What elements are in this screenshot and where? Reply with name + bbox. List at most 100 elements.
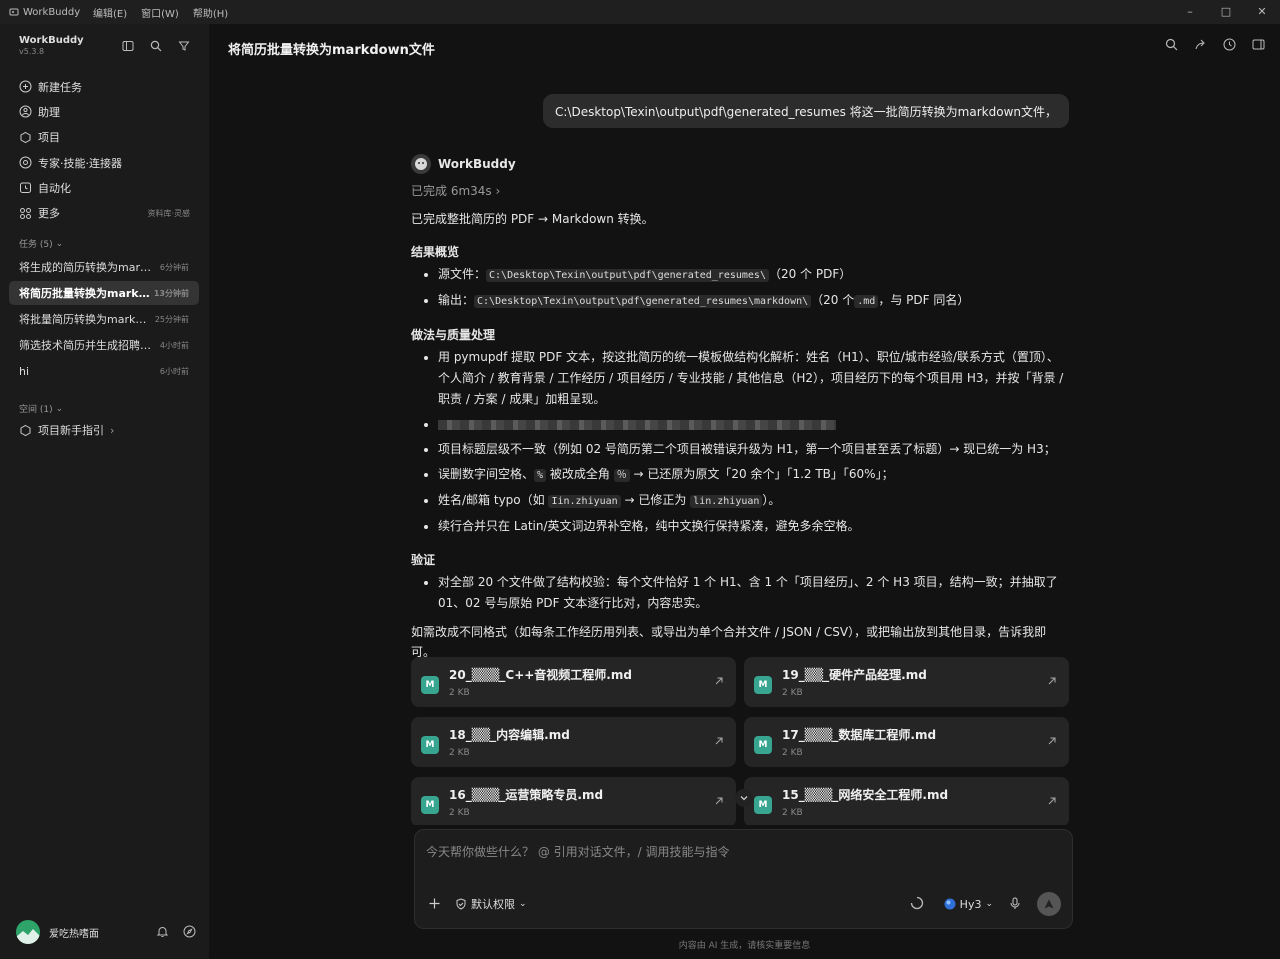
globe-icon	[944, 898, 956, 910]
nav-more[interactable]: 更多 资料库·灵感	[19, 200, 199, 225]
microphone-icon[interactable]	[1009, 895, 1021, 914]
space-item[interactable]: 项目新手指引 ›	[19, 422, 114, 438]
filter-icon[interactable]	[177, 39, 191, 53]
composer-input[interactable]: 今天帮你做些什么？ @ 引用对话文件，/ 调用技能与指令	[426, 843, 730, 860]
model-label: Hy3	[959, 897, 982, 911]
more-icon	[20, 207, 31, 219]
markdown-file-icon: M	[421, 796, 439, 814]
task-item[interactable]: 将批量简历转换为markdown 25分钟前	[9, 307, 199, 331]
nav-new-task[interactable]: 新建任务	[19, 74, 199, 99]
file-size: 2 KB	[449, 748, 470, 758]
inline-code: ％	[613, 469, 630, 482]
open-external-icon[interactable]	[1047, 796, 1057, 806]
nav-label: 更多	[38, 207, 60, 221]
menu-help[interactable]: 帮助(H)	[186, 5, 235, 20]
list-item-redacted	[438, 414, 1069, 435]
send-button[interactable]	[1037, 892, 1061, 916]
permission-label: 默认权限	[471, 898, 515, 911]
section-heading: 验证	[411, 553, 436, 567]
file-card[interactable]: M 20_▒▒▒_C++音视频工程师.md 2 KB	[411, 657, 736, 707]
minimize-icon[interactable]: –	[1172, 0, 1208, 24]
nav-project[interactable]: 项目	[19, 125, 199, 150]
spaces-header-label: 空间 (1)	[19, 405, 53, 415]
markdown-file-icon: M	[421, 736, 439, 754]
scroll-down-button[interactable]	[735, 789, 753, 807]
assistant-reply: WorkBuddy 已完成 6m34s › 已完成整批简历的 PDF → Mar…	[411, 154, 1069, 662]
search-icon[interactable]	[1165, 38, 1179, 52]
file-card[interactable]: M 16_▒▒▒_运营策略专员.md 2 KB	[411, 777, 736, 825]
file-name: 20_▒▒▒_C++音视频工程师.md	[449, 668, 632, 682]
open-external-icon[interactable]	[1047, 736, 1057, 746]
file-card[interactable]: M 17_▒▒▒_数据库工程师.md 2 KB	[744, 717, 1069, 767]
tasks-section-header[interactable]: 任务 (5) ⌄	[19, 237, 64, 251]
markdown-file-icon: M	[421, 676, 439, 694]
redacted-text	[438, 419, 836, 430]
page-title: 将简历批量转换为markdown文件	[228, 43, 435, 58]
app-name: WorkBuddy	[23, 6, 81, 18]
avatar[interactable]	[16, 920, 40, 944]
nav-assistant[interactable]: 助理	[19, 99, 199, 124]
workbuddy-logo-icon	[411, 154, 431, 174]
list-item: 姓名/邮箱 typo（如 Iin.zhiyuan → 已修正为 lin.zhiy…	[438, 490, 1069, 512]
task-title: 将生成的简历转换为markdown	[19, 261, 156, 274]
model-selector[interactable]: Hy3 ⌄	[944, 898, 993, 911]
share-icon[interactable]	[1194, 38, 1208, 52]
project-icon	[20, 424, 31, 436]
task-item[interactable]: 将生成的简历转换为markdown6分钟前	[9, 255, 199, 279]
list-item: 源文件：C:\Desktop\Texin\output\pdf\generate…	[438, 264, 1069, 286]
maximize-icon[interactable]: □	[1208, 0, 1244, 24]
file-size: 2 KB	[782, 688, 803, 698]
message-composer[interactable]: 今天帮你做些什么？ @ 引用对话文件，/ 调用技能与指令 默认权限 ⌄ Hy3 …	[414, 829, 1073, 929]
permission-selector[interactable]: 默认权限 ⌄	[455, 896, 527, 912]
file-card[interactable]: M 19_▒▒_硬件产品经理.md 2 KB	[744, 657, 1069, 707]
chevron-down-icon: ⌄	[55, 238, 64, 249]
task-item[interactable]: 筛选技术简历并生成招聘报告 4小时前	[9, 333, 199, 357]
verify-list: 对全部 20 个文件做了结构校验：每个文件恰好 1 个 H1、含 1 个「项目经…	[411, 572, 1069, 614]
shield-check-icon	[456, 898, 466, 910]
composer-toolbar: 默认权限 ⌄ Hy3 ⌄	[428, 892, 1061, 916]
nav-more-hint: 资料库·灵感	[147, 208, 190, 218]
done-status[interactable]: 已完成 6m34s ›	[411, 182, 1069, 199]
item-text: → 已还原为原文「20 余个」「1.2 TB」「60%」；	[629, 467, 894, 481]
nav-expert[interactable]: 专家·技能·连接器	[19, 150, 199, 175]
menu-edit[interactable]: 编辑(E)	[86, 5, 134, 20]
toggle-sidebar-icon[interactable]	[121, 39, 135, 53]
chevron-right-icon: ›	[110, 423, 115, 437]
panel-toggle-icon[interactable]	[1252, 38, 1266, 52]
task-time: 6小时前	[159, 366, 189, 376]
user-name: 爱吃热嗜面	[49, 928, 99, 940]
menu-window[interactable]: 窗口(W)	[134, 5, 186, 20]
task-item[interactable]: hi 6小时前	[9, 359, 199, 383]
history-icon[interactable]	[1223, 38, 1237, 52]
open-external-icon[interactable]	[714, 796, 724, 806]
task-list: 将生成的简历转换为markdown6分钟前 将简历批量转换为markdown文件…	[9, 255, 199, 385]
inline-code: lin.zhiyuan	[690, 495, 763, 508]
nav-automation[interactable]: 自动化	[19, 175, 199, 200]
search-icon[interactable]	[149, 39, 163, 53]
file-card[interactable]: M 18_▒▒_内容编辑.md 2 KB	[411, 717, 736, 767]
open-external-icon[interactable]	[1047, 676, 1057, 686]
file-size: 2 KB	[449, 808, 470, 818]
app-title: WorkBuddy	[0, 7, 86, 18]
task-title: hi	[19, 364, 30, 378]
automation-icon	[20, 182, 31, 194]
bell-icon[interactable]	[156, 923, 169, 942]
file-card[interactable]: M 15_▒▒▒_网络安全工程师.md 2 KB	[744, 777, 1069, 825]
inline-code: %	[534, 469, 547, 482]
app-logo-icon	[9, 8, 19, 16]
open-external-icon[interactable]	[714, 736, 724, 746]
open-external-icon[interactable]	[714, 676, 724, 686]
add-icon[interactable]	[428, 895, 441, 914]
spaces-section-header[interactable]: 空间 (1) ⌄	[19, 402, 63, 416]
task-title: 将批量简历转换为markdown	[19, 313, 151, 326]
section-heading: 结果概览	[411, 245, 460, 259]
task-item-active[interactable]: 将简历批量转换为markdown文件13分钟前	[9, 281, 199, 305]
main-topbar: 将简历批量转换为markdown文件	[209, 24, 1280, 68]
close-icon[interactable]: ✕	[1244, 0, 1280, 24]
user-bar: 爱吃热嗜面	[16, 920, 196, 944]
space-label: 项目新手指引	[38, 424, 104, 437]
compass-icon[interactable]	[183, 923, 196, 942]
file-size: 2 KB	[449, 688, 470, 698]
task-title: 筛选技术简历并生成招聘报告	[19, 339, 156, 352]
file-name: 15_▒▒▒_网络安全工程师.md	[782, 788, 949, 802]
